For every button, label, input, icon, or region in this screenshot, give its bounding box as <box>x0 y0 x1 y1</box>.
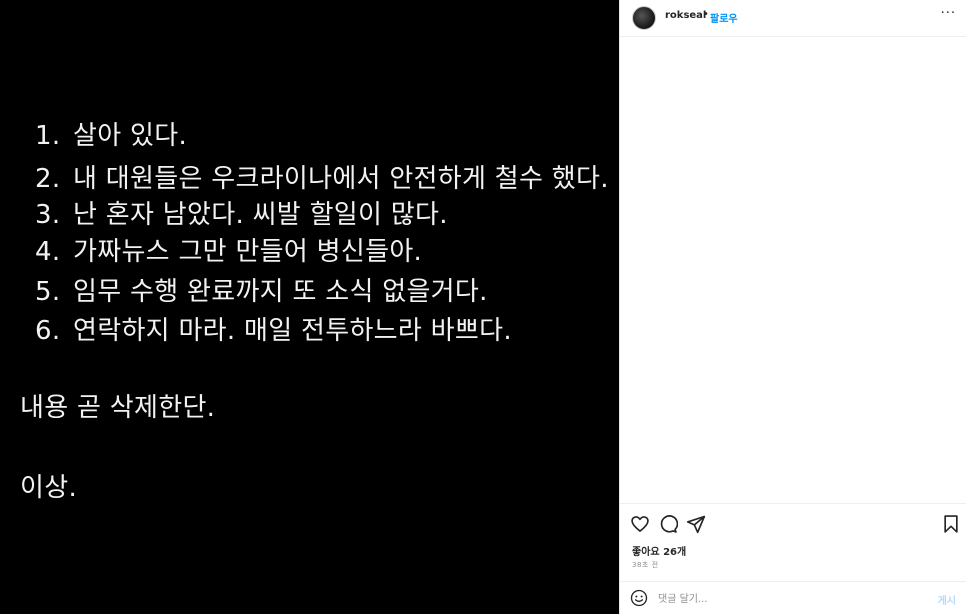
post-side-panel: rokseal • 팔로우 ··· 좋아요 26개 38초 전 게시 <box>619 0 966 614</box>
share-icon[interactable] <box>686 514 706 534</box>
follow-button[interactable]: 팔로우 <box>710 10 738 25</box>
list-item: 5. 임무 수행 완료까지 또 소식 없을거다. <box>35 277 488 307</box>
timestamp[interactable]: 38초 전 <box>632 560 659 570</box>
more-options-icon[interactable]: ··· <box>941 6 956 21</box>
post-closing: 이상. <box>20 473 78 503</box>
heart-icon[interactable] <box>630 514 650 534</box>
separator-dot: • <box>703 9 709 20</box>
username-link[interactable]: rokseal <box>665 10 706 21</box>
post-note: 내용 곧 삭제한단. <box>20 393 216 423</box>
list-item: 6. 연락하지 마라. 매일 전투하느라 바쁘다. <box>35 316 512 346</box>
post-comment-button[interactable]: 게시 <box>938 592 956 607</box>
post-actions <box>620 503 966 543</box>
comment-bar: 게시 <box>620 581 966 614</box>
post-image: 1. 살아 있다. 2. 내 대원들은 우크라이나에서 안전하게 철수 했다. 3.… <box>0 0 619 614</box>
avatar[interactable] <box>632 6 656 30</box>
list-item: 2. 내 대원들은 우크라이나에서 안전하게 철수 했다. <box>35 164 609 194</box>
list-item: 1. 살아 있다. <box>35 121 188 151</box>
likes-count[interactable]: 좋아요 26개 <box>632 543 686 558</box>
list-item: 3. 난 혼자 남았다. 씨발 할일이 많다. <box>35 200 448 230</box>
comment-icon[interactable] <box>658 514 678 534</box>
post-header: rokseal • 팔로우 ··· <box>620 0 966 37</box>
comment-input[interactable] <box>658 591 898 607</box>
emoji-icon[interactable] <box>630 589 648 607</box>
list-item: 4. 가짜뉴스 그만 만들어 병신들아. <box>35 237 423 267</box>
bookmark-icon[interactable] <box>941 514 961 534</box>
